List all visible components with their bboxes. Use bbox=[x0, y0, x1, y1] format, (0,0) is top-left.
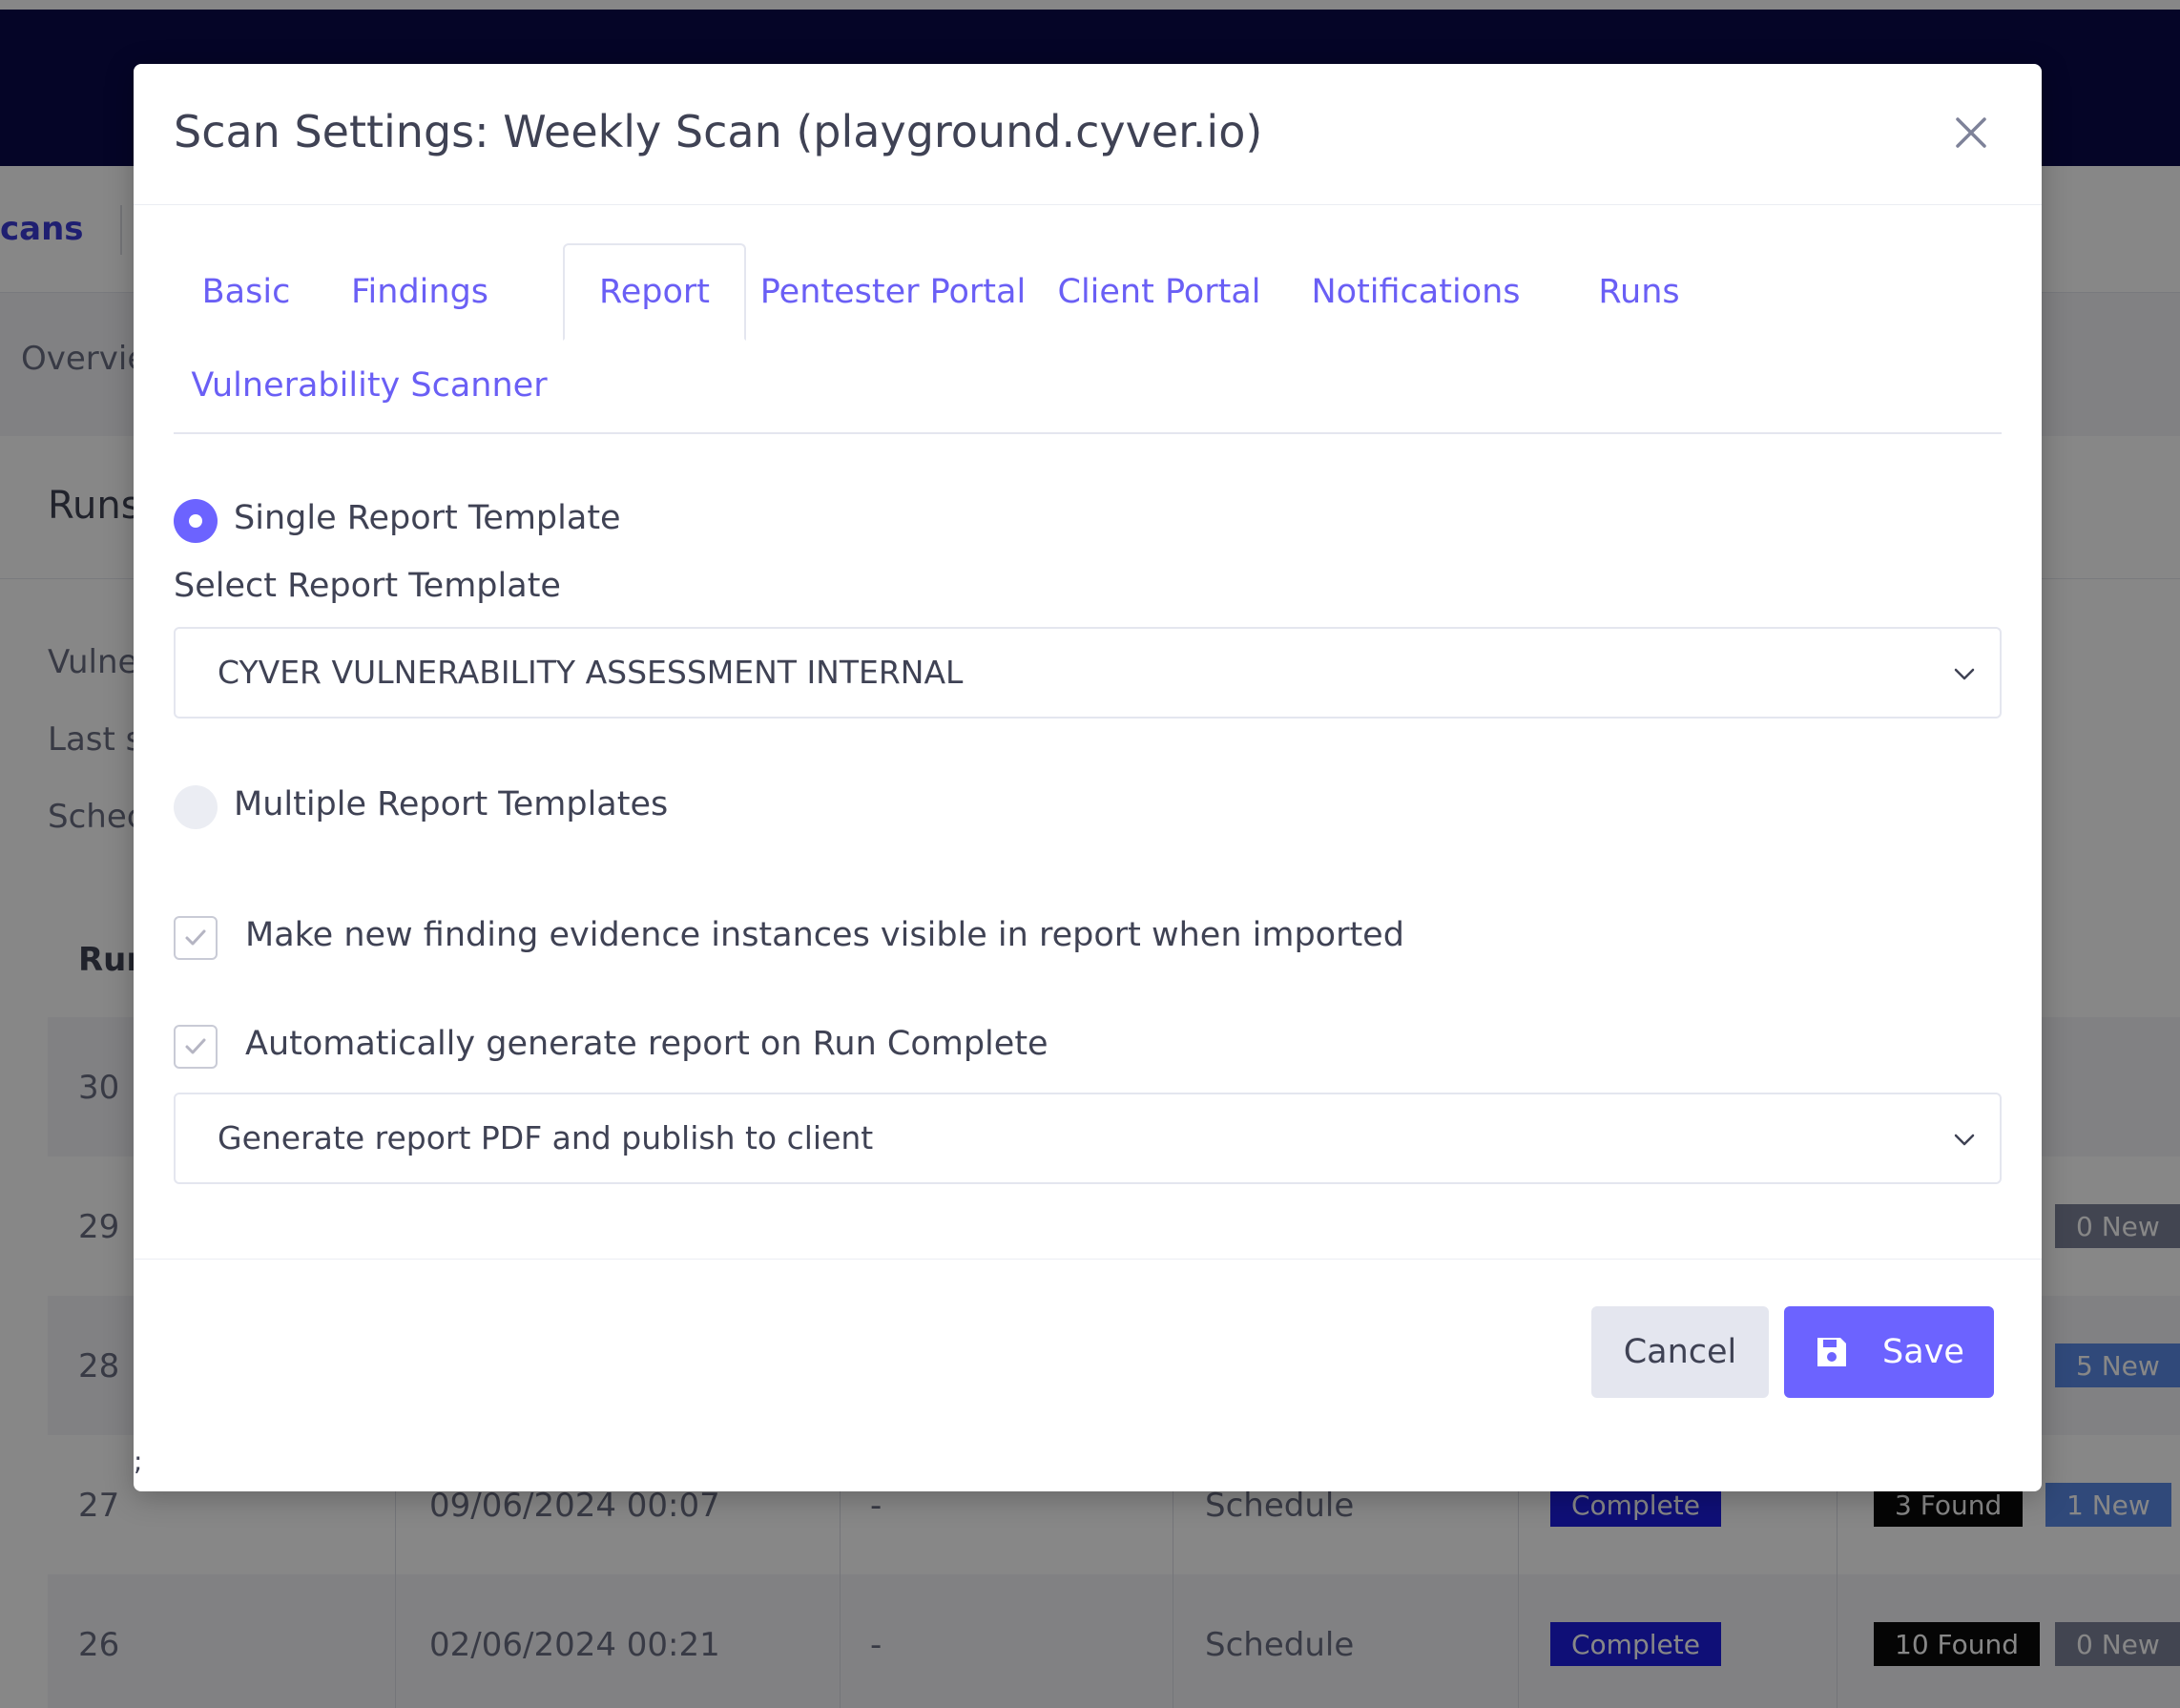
settings-tabs: Basic Findings Report Pentester Portal C… bbox=[174, 243, 2002, 434]
single-template-label: Single Report Template bbox=[234, 499, 621, 537]
tab-notifications[interactable]: Notifications bbox=[1301, 243, 1530, 341]
tab-runs[interactable]: Runs bbox=[1584, 243, 1694, 341]
multiple-templates-radio[interactable] bbox=[174, 785, 218, 829]
close-icon bbox=[1956, 117, 1986, 148]
auto-generate-checkbox[interactable] bbox=[174, 1025, 218, 1069]
tab-client-portal[interactable]: Client Portal bbox=[1058, 243, 1261, 341]
cancel-button[interactable]: Cancel bbox=[1591, 1306, 1769, 1398]
modal-header: Scan Settings: Weekly Scan (playground.c… bbox=[134, 64, 2042, 205]
modal-title: Scan Settings: Weekly Scan (playground.c… bbox=[174, 106, 1263, 157]
evidence-visible-checkbox[interactable] bbox=[174, 916, 218, 960]
chevron-down-icon bbox=[1954, 1134, 1975, 1146]
save-button[interactable]: Save bbox=[1784, 1306, 1994, 1398]
report-template-value: CYVER VULNERABILITY ASSESSMENT INTERNAL bbox=[218, 654, 964, 691]
chevron-down-icon bbox=[1954, 668, 1975, 680]
floppy-disk-icon bbox=[1817, 1338, 1847, 1366]
tab-pentester-portal[interactable]: Pentester Portal bbox=[760, 243, 1026, 341]
select-template-label: Select Report Template bbox=[174, 567, 561, 605]
stray-text: ; bbox=[134, 1446, 143, 1477]
scan-settings-modal: Scan Settings: Weekly Scan (playground.c… bbox=[134, 64, 2042, 1491]
modal-footer-divider bbox=[134, 1259, 2042, 1260]
generate-action-select[interactable]: Generate report PDF and publish to clien… bbox=[174, 1093, 2002, 1184]
tab-basic[interactable]: Basic bbox=[174, 243, 319, 341]
tab-report[interactable]: Report bbox=[563, 243, 746, 341]
single-template-radio[interactable] bbox=[174, 499, 218, 543]
close-button[interactable] bbox=[1950, 112, 1992, 154]
check-icon bbox=[185, 1038, 206, 1054]
save-button-label: Save bbox=[1882, 1333, 1964, 1371]
auto-generate-label: Automatically generate report on Run Com… bbox=[245, 1025, 1048, 1063]
report-template-select[interactable]: CYVER VULNERABILITY ASSESSMENT INTERNAL bbox=[174, 627, 2002, 719]
check-icon bbox=[185, 929, 206, 946]
evidence-visible-label: Make new finding evidence instances visi… bbox=[245, 916, 1404, 954]
tab-findings[interactable]: Findings bbox=[343, 243, 496, 341]
tab-vulnerability-scanner[interactable]: Vulnerability Scanner bbox=[174, 337, 565, 434]
multiple-templates-label: Multiple Report Templates bbox=[234, 785, 669, 823]
cancel-button-label: Cancel bbox=[1623, 1333, 1737, 1371]
generate-action-value: Generate report PDF and publish to clien… bbox=[218, 1119, 874, 1156]
